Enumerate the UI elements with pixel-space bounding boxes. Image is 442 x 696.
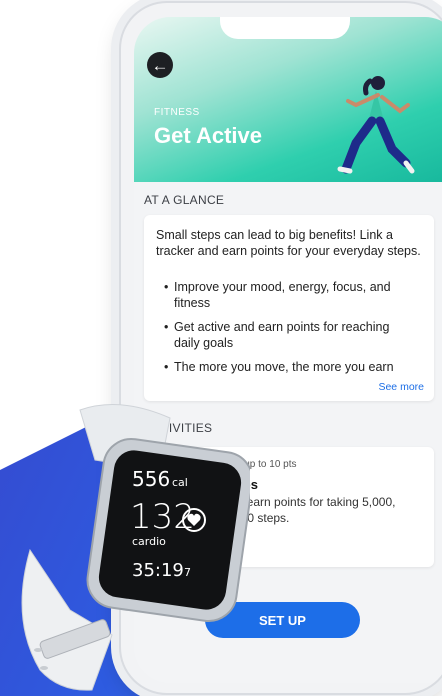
category-label: FITNESS xyxy=(154,107,200,118)
watch-heart-rate: 132 xyxy=(130,497,195,537)
benefit-list: Improve your mood, energy, focus, and fi… xyxy=(164,279,414,383)
watch-calories-unit: cal xyxy=(172,476,188,489)
see-more-link[interactable]: See more xyxy=(378,381,424,393)
glance-section-title: AT A GLANCE xyxy=(144,193,225,207)
watch-calories: 556 xyxy=(132,467,170,491)
page-title: Get Active xyxy=(154,123,263,148)
runner-illustration xyxy=(337,76,415,174)
activity-description: can earn points for taking 5,000, 7,000 … xyxy=(224,495,396,525)
watch-time: 35:19 xyxy=(132,560,184,581)
glance-card: Small steps can lead to big benefits! Li… xyxy=(144,215,434,401)
back-arrow-icon: ← xyxy=(151,55,169,75)
watch-mode: cardio xyxy=(132,535,166,548)
list-item: Improve your mood, energy, focus, and fi… xyxy=(164,279,414,311)
back-button[interactable]: ← xyxy=(147,52,173,78)
hero-banner: ← FITNESS Get Active xyxy=(134,17,442,182)
phone-notch xyxy=(220,17,350,39)
smartwatch-illustration: 556 cal 132 cardio 35:19 7 xyxy=(21,404,250,691)
list-item: The more you move, the more you earn xyxy=(164,359,414,375)
list-item: Get active and earn points for reaching … xyxy=(164,319,414,351)
glance-description: Small steps can lead to big benefits! Li… xyxy=(156,228,421,258)
watch-time-fraction: 7 xyxy=(184,566,191,579)
